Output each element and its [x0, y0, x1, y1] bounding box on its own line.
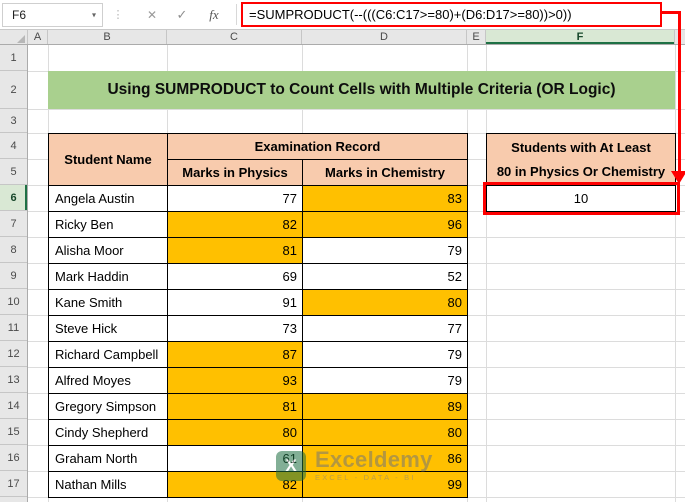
student-name-cell[interactable]: Cindy Shepherd [49, 420, 168, 446]
row-header-5[interactable]: 5 [0, 159, 27, 185]
chemistry-mark-cell[interactable]: 79 [303, 368, 468, 394]
row-header-13[interactable]: 13 [0, 367, 27, 393]
chemistry-mark-cell[interactable]: 52 [303, 264, 468, 290]
formula-text: =SUMPRODUCT(--(((C6:C17>=80)+(D6:D17>=80… [249, 7, 572, 22]
row-header-14[interactable]: 14 [0, 393, 27, 419]
column-header-F[interactable]: F [486, 30, 675, 44]
physics-mark-cell[interactable]: 77 [168, 186, 303, 212]
chemistry-mark-cell[interactable]: 80 [303, 290, 468, 316]
select-all-corner[interactable] [0, 30, 28, 44]
gridline-vertical [486, 45, 487, 502]
physics-header-cell[interactable]: Marks in Physics [168, 160, 303, 186]
result-annotation-box [483, 182, 680, 215]
chemistry-mark-cell[interactable]: 80 [303, 420, 468, 446]
student-name-cell[interactable]: Kane Smith [49, 290, 168, 316]
exam-record-header-cell[interactable]: Examination Record [168, 134, 468, 160]
row-header-3[interactable]: 3 [0, 109, 27, 133]
student-name-cell[interactable]: Graham North [49, 446, 168, 472]
chemistry-mark-cell[interactable]: 77 [303, 316, 468, 342]
result-label-line2: 80 in Physics Or Chemistry [496, 163, 666, 179]
arrow-line-vertical [678, 11, 681, 171]
result-label-line1: Students with At Least [511, 139, 651, 155]
physics-mark-cell[interactable]: 82 [168, 212, 303, 238]
student-name-cell[interactable]: Nathan Mills [49, 472, 168, 498]
column-header-C[interactable]: C [167, 30, 302, 44]
chemistry-mark-cell[interactable]: 99 [303, 472, 468, 498]
chemistry-mark-cell[interactable]: 79 [303, 238, 468, 264]
row-header-2[interactable]: 2 [0, 71, 27, 109]
row-header-9[interactable]: 9 [0, 263, 27, 289]
enter-icon[interactable]: ✓ [170, 0, 194, 29]
chemistry-mark-cell[interactable]: 89 [303, 394, 468, 420]
row-header-17[interactable]: 17 [0, 471, 27, 497]
row-header-15[interactable]: 15 [0, 419, 27, 445]
row-header-10[interactable]: 10 [0, 289, 27, 315]
title-cell[interactable]: Using SUMPRODUCT to Count Cells with Mul… [48, 71, 675, 109]
student-name-cell[interactable]: Richard Campbell [49, 342, 168, 368]
chemistry-mark-cell[interactable]: 86 [303, 446, 468, 472]
row-header-1[interactable]: 1 [0, 45, 27, 71]
physics-mark-cell[interactable]: 93 [168, 368, 303, 394]
student-name-cell[interactable]: Alfred Moyes [49, 368, 168, 394]
student-name-cell[interactable]: Alisha Moor [49, 238, 168, 264]
physics-mark-cell[interactable]: 73 [168, 316, 303, 342]
row-header-16[interactable]: 16 [0, 445, 27, 471]
physics-mark-cell[interactable]: 81 [168, 238, 303, 264]
physics-mark-cell[interactable]: 80 [168, 420, 303, 446]
column-header-B[interactable]: B [48, 30, 167, 44]
gridline-vertical [675, 45, 676, 502]
student-name-cell[interactable]: Steve Hick [49, 316, 168, 342]
formula-bar-grip-icon: ⋮ [112, 9, 124, 21]
row-header-8[interactable]: 8 [0, 237, 27, 263]
row-header-6[interactable]: 6 [0, 185, 27, 211]
student-name-cell[interactable]: Mark Haddin [49, 264, 168, 290]
chemistry-mark-cell[interactable]: 96 [303, 212, 468, 238]
physics-mark-cell[interactable]: 87 [168, 342, 303, 368]
column-header-row: ABCDEF [0, 30, 685, 45]
chemistry-mark-cell[interactable]: 79 [303, 342, 468, 368]
result-label-cell[interactable]: Students with At Least 80 in Physics Or … [486, 133, 676, 186]
row-header-4[interactable]: 4 [0, 133, 27, 159]
physics-mark-cell[interactable]: 69 [168, 264, 303, 290]
row-header-column: 1 2 3 4 5 6 7 8 9 10 11 12 13 14 15 16 17 [0, 45, 28, 502]
student-name-cell[interactable]: Gregory Simpson [49, 394, 168, 420]
select-all-triangle-icon [17, 35, 25, 43]
chemistry-mark-cell[interactable]: 83 [303, 186, 468, 212]
row-header-12[interactable]: 12 [0, 341, 27, 367]
student-name-cell[interactable]: Ricky Ben [49, 212, 168, 238]
gridline-horizontal [28, 109, 685, 110]
name-box-value: F6 [12, 8, 27, 22]
row-header-7[interactable]: 7 [0, 211, 27, 237]
name-box[interactable]: F6 ▾ [2, 3, 103, 27]
name-box-dropdown-icon[interactable]: ▾ [92, 11, 96, 20]
column-header-D[interactable]: D [302, 30, 467, 44]
row-header-11[interactable]: 11 [0, 315, 27, 341]
excel-window: F6 ▾ ⋮ ✕ ✓ fx =SUMPRODUCT(--(((C6:C17>=8… [0, 0, 685, 502]
insert-function-icon[interactable]: fx [201, 0, 227, 29]
physics-mark-cell[interactable]: 61 [168, 446, 303, 472]
students-table: Student Name Examination Record Marks in… [48, 133, 468, 498]
formula-input[interactable]: =SUMPRODUCT(--(((C6:C17>=80)+(D6:D17>=80… [241, 2, 662, 27]
physics-mark-cell[interactable]: 82 [168, 472, 303, 498]
cancel-icon[interactable]: ✕ [140, 0, 164, 29]
chemistry-header-cell[interactable]: Marks in Chemistry [303, 160, 468, 186]
student-name-cell[interactable]: Angela Austin [49, 186, 168, 212]
student-name-header-cell[interactable]: Student Name [49, 134, 168, 186]
formula-bar-divider [236, 4, 237, 25]
physics-mark-cell[interactable]: 91 [168, 290, 303, 316]
column-header-E[interactable]: E [467, 30, 486, 44]
formula-bar: F6 ▾ ⋮ ✕ ✓ fx =SUMPRODUCT(--(((C6:C17>=8… [0, 0, 685, 30]
column-header-A[interactable]: A [28, 30, 48, 44]
physics-mark-cell[interactable]: 81 [168, 394, 303, 420]
